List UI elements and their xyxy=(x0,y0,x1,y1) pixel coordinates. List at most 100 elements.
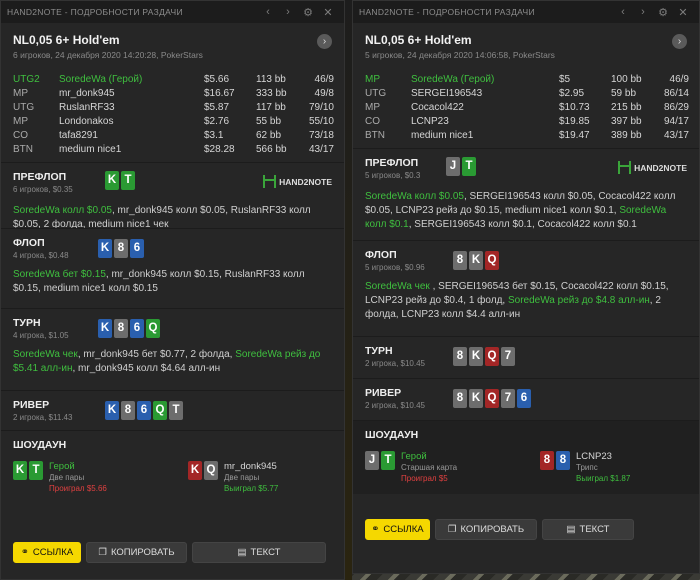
player-row[interactable]: UTG RuslanRF33 $5.87 117 bb 79/10 xyxy=(13,100,334,114)
player-stack: $10.73 xyxy=(559,101,590,113)
playing-card: Q xyxy=(153,401,167,420)
button-label: ТЕКСТ xyxy=(250,547,281,558)
player-position: CO xyxy=(13,129,28,141)
copy-icon: ❐ xyxy=(447,524,457,535)
playing-card: 7 xyxy=(501,347,515,366)
action-line: SoredeWa чек , SERGEI196543 бет $0.15, C… xyxy=(365,280,687,322)
player-position: MP xyxy=(13,87,28,99)
board-cards: 8KQ xyxy=(453,251,499,270)
player-bb: 62 bb xyxy=(256,129,282,141)
chevron-left-icon[interactable]: ‹ xyxy=(258,6,278,18)
chevron-left-icon[interactable]: ‹ xyxy=(613,6,633,18)
player-stack: $2.95 xyxy=(559,87,585,99)
result: Проиграл $5.66 xyxy=(49,484,107,493)
gear-icon[interactable]: ⚙ xyxy=(298,6,318,19)
showdown-row: KT Герой Две пары Проиграл $5.66 KQ mr_d… xyxy=(13,461,332,494)
player-name: RuslanRF33 xyxy=(59,101,115,113)
chevron-right-icon[interactable]: › xyxy=(317,34,332,49)
playing-card: 6 xyxy=(137,401,151,420)
hand2note-logo-icon xyxy=(618,161,632,174)
playing-card: 8 xyxy=(453,251,467,270)
turn-section: ТУРН 2 игрока, $10.45 8KQ7 xyxy=(353,336,699,378)
action-text: , mr_donk945 бет $0.77, 2 фолда, xyxy=(77,349,236,360)
player-row[interactable]: MP SoredeWa (Герой) $5 100 bb 46/9 xyxy=(365,72,689,86)
playing-card: K xyxy=(105,171,119,190)
player-row[interactable]: CO LCNP23 $19.85 397 bb 94/17 xyxy=(365,114,689,128)
player-position: CO xyxy=(365,115,380,127)
player-row[interactable]: MP mr_donk945 $16.67 333 bb 49/8 xyxy=(13,86,334,100)
preflop-section: ПРЕФЛОП 5 игроков, $0.3 JT HAND2NOTE Sor… xyxy=(353,148,699,240)
player-name: LCNP23 xyxy=(411,115,449,127)
close-icon[interactable]: ✕ xyxy=(318,6,338,19)
player-name: Герой xyxy=(401,451,427,462)
player-name: medium nice1 xyxy=(411,129,474,141)
title-bar[interactable]: HAND2NOTE - ПОДРОБНОСТИ РАЗДАЧИ ‹ › ⚙ ✕ xyxy=(353,1,699,23)
street-sub: 2 игрока, $10.45 xyxy=(365,359,425,368)
link-button[interactable]: ⚭ ССЫЛКА xyxy=(365,519,430,540)
player-stack: $5.66 xyxy=(204,73,230,85)
player-name: SoredeWa (Герой) xyxy=(59,73,143,85)
player-bb: 117 bb xyxy=(256,101,286,113)
action-line: SoredeWa бет $0.15, mr_donk945 колл $0.1… xyxy=(13,268,332,296)
player-stats: 94/17 xyxy=(663,115,689,127)
street-title: ФЛОП xyxy=(365,249,397,261)
street-title: ШОУДАУН xyxy=(13,439,67,451)
player-stack: $3.1 xyxy=(204,129,224,141)
chevron-right-icon[interactable]: › xyxy=(672,34,687,49)
hand-rank: Две пары xyxy=(224,473,260,482)
playing-card: 8 xyxy=(121,401,135,420)
player-name: Герой xyxy=(49,461,75,472)
player-stats: 86/14 xyxy=(663,87,689,99)
player-row[interactable]: UTG2 SoredeWa (Герой) $5.66 113 bb 46/9 xyxy=(13,72,334,86)
player-stack: $19.85 xyxy=(559,115,590,127)
hero-action: SoredeWa чек xyxy=(13,349,78,360)
player-row[interactable]: BTN medium nice1 $28.28 566 bb 43/17 xyxy=(13,142,334,156)
window-title: HAND2NOTE - ПОДРОБНОСТИ РАЗДАЧИ xyxy=(359,7,535,17)
hand-rank: Две пары xyxy=(49,473,85,482)
player-name: Cocacol422 xyxy=(411,101,464,113)
button-label: КОПИРОВАТЬ xyxy=(460,524,525,535)
copy-button[interactable]: ❐ КОПИРОВАТЬ xyxy=(86,542,187,563)
player-row[interactable]: MP Cocacol422 $10.73 215 bb 86/29 xyxy=(365,100,689,114)
player-stats: 46/9 xyxy=(314,73,334,85)
copy-icon: ❐ xyxy=(98,547,107,558)
player-bb: 333 bb xyxy=(256,87,287,99)
action-buttons: ⚭ ССЫЛКА ❐ КОПИРОВАТЬ ▤ ТЕКСТ xyxy=(13,542,326,563)
player-row[interactable]: CO tafa8291 $3.1 62 bb 73/18 xyxy=(13,128,334,142)
copy-button[interactable]: ❐ КОПИРОВАТЬ xyxy=(435,519,537,540)
player-stats: 46/9 xyxy=(669,73,689,85)
hand-rank: Трипс xyxy=(576,463,598,472)
gear-icon[interactable]: ⚙ xyxy=(653,6,673,19)
close-icon[interactable]: ✕ xyxy=(673,6,693,19)
hand-header: NL0,05 6+ Hold'em 5 игроков, 24 декабря … xyxy=(353,23,699,64)
playing-card: 8 xyxy=(114,239,128,258)
player-row[interactable]: BTN medium nice1 $19.47 389 bb 43/17 xyxy=(365,128,689,142)
player-name: SoredeWa (Герой) xyxy=(411,73,495,85)
hero-action: SoredeWa рейз до $4.8 алл-ин xyxy=(507,295,650,306)
logo-text: HAND2NOTE xyxy=(634,162,687,173)
player-row[interactable]: UTG SERGEI196543 $2.95 59 bb 86/14 xyxy=(365,86,689,100)
player-position: MP xyxy=(13,115,28,127)
player-position: UTG xyxy=(365,87,387,99)
player-stack: $5.87 xyxy=(204,101,230,113)
player-bb: 113 bb xyxy=(256,73,286,85)
player-stats: 79/10 xyxy=(308,101,334,113)
board-cards: K86Q xyxy=(98,319,160,338)
showdown-row: JT Герой Старшая карта Проиграл $5 88 LC… xyxy=(365,451,687,484)
playing-card: Q xyxy=(485,251,499,270)
link-button[interactable]: ⚭ ССЫЛКА xyxy=(13,542,81,563)
player-name: mr_donk945 xyxy=(224,461,277,472)
player-stats: 43/17 xyxy=(663,129,689,141)
showdown-section: ШОУДАУН JT Герой Старшая карта Проиграл … xyxy=(353,420,699,494)
result: Выиграл $1.87 xyxy=(576,474,631,483)
title-bar[interactable]: HAND2NOTE - ПОДРОБНОСТИ РАЗДАЧИ ‹ › ⚙ ✕ xyxy=(1,1,344,23)
chevron-right-icon[interactable]: › xyxy=(633,6,653,18)
text-button[interactable]: ▤ ТЕКСТ xyxy=(192,542,326,563)
link-icon: ⚭ xyxy=(371,524,380,535)
text-button[interactable]: ▤ ТЕКСТ xyxy=(542,519,634,540)
chevron-right-icon[interactable]: › xyxy=(278,6,298,18)
playing-card: T xyxy=(29,461,43,480)
player-row[interactable]: MP Londonakos $2.76 55 bb 55/10 xyxy=(13,114,334,128)
playing-card: 8 xyxy=(540,451,554,470)
player-stats: 49/8 xyxy=(314,87,334,99)
